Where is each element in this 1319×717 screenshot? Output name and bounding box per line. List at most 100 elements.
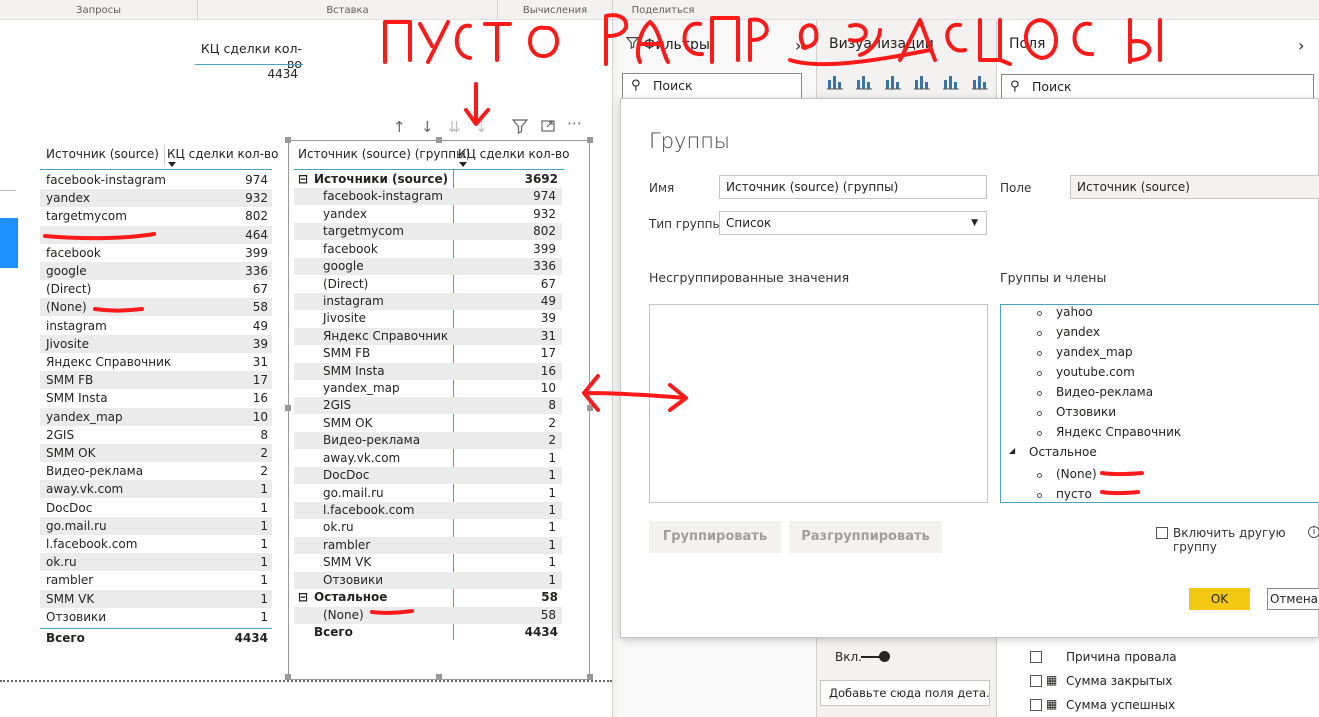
visual-type-icon[interactable] (826, 74, 844, 93)
table-row[interactable]: yandex 932 (294, 206, 562, 223)
table-row[interactable]: instagram 49 (294, 292, 562, 310)
visual-type-icon[interactable] (884, 74, 902, 93)
group-header-row[interactable]: ⊟ Источники (source) 3692 (294, 171, 564, 188)
ungrouped-values-list[interactable] (649, 304, 988, 503)
fields-expand-chevron[interactable]: › (1298, 36, 1304, 55)
resize-handle[interactable] (436, 137, 442, 143)
include-other-group-checkbox[interactable] (1156, 527, 1168, 539)
group-member[interactable]: Яндекс Справочник (1056, 425, 1181, 439)
table-row[interactable]: google 336 (40, 262, 272, 280)
table-row[interactable]: SMM VK 1 (40, 589, 272, 608)
sort-desc-icon[interactable] (459, 162, 467, 167)
group-member[interactable]: Видео-реклама (1056, 385, 1153, 399)
table-row[interactable]: facebook 399 (40, 244, 272, 262)
ribbon-section-insert[interactable]: Вставка (198, 0, 498, 20)
visual-type-icon[interactable] (971, 74, 989, 93)
collapse-icon[interactable]: ⊟ (298, 171, 308, 188)
table-row[interactable]: Видео-реклама 2 (40, 462, 272, 480)
resize-handle[interactable] (285, 137, 291, 143)
table-row[interactable]: SMM VK 1 (294, 554, 562, 571)
ungroup-button[interactable]: Разгруппировать (789, 521, 942, 553)
table-row[interactable]: 2GIS 8 (294, 397, 562, 415)
table-row[interactable]: (None) 58 (294, 606, 562, 624)
visual-type-icon[interactable] (855, 74, 873, 93)
resize-handle[interactable] (285, 405, 291, 411)
table-row[interactable]: yandex 932 (40, 189, 272, 208)
group-header-row[interactable]: ⊟ Остальное 58 (294, 589, 564, 606)
table-row[interactable]: google 336 (294, 258, 562, 276)
resize-handle[interactable] (587, 137, 593, 143)
drill-up-icon[interactable]: ↑ (393, 118, 406, 136)
table-row[interactable]: SMM FB 17 (40, 371, 272, 390)
group-member[interactable]: (None) (1056, 467, 1097, 481)
group-member[interactable]: yandex (1056, 325, 1100, 339)
ribbon-section-share[interactable]: Поделиться (613, 0, 713, 20)
group-member[interactable]: Отзовики (1056, 405, 1116, 419)
field-checkbox[interactable] (1030, 651, 1042, 663)
table-row[interactable]: Яндекс Справочник 31 (294, 327, 562, 345)
visual-type-icon[interactable] (913, 74, 931, 93)
focus-mode-icon[interactable] (540, 118, 556, 138)
groups-members-list[interactable]: yahoo yandex yandex_map youtube.com Видео-ре… (1000, 304, 1319, 503)
table-row[interactable]: SMM Insta 16 (294, 362, 562, 380)
field-checkbox[interactable] (1030, 699, 1042, 711)
filters-collapse-chevron[interactable]: › (795, 36, 801, 55)
table-total-row[interactable]: Всего 4434 (294, 624, 564, 641)
table-row[interactable]: SMM OK 2 (40, 444, 272, 462)
table-row[interactable]: rambler 1 (40, 571, 272, 589)
table-row[interactable]: (Direct) 67 (40, 280, 272, 298)
ok-button[interactable]: OK (1189, 588, 1250, 610)
table-row[interactable]: ok.ru 1 (294, 519, 562, 536)
table-row[interactable]: ok.ru 1 (40, 553, 272, 572)
table-row[interactable]: 2GIS 8 (40, 426, 272, 444)
toggle-knob[interactable] (879, 651, 890, 662)
field-checkbox[interactable] (1030, 675, 1042, 687)
table1-header-count[interactable]: КЦ сделки кол-во (167, 147, 278, 161)
table-row[interactable]: (None) 58 (40, 298, 272, 317)
table-row[interactable]: DocDoc 1 (294, 467, 562, 485)
expand-all-icon[interactable]: ⇣ (475, 118, 488, 136)
drillthrough-drop-zone[interactable]: Добавьте сюда поля дета... (820, 680, 990, 706)
fields-search-input[interactable]: ⚲ Поиск (1001, 74, 1314, 100)
table-row[interactable]: yandex_map 10 (294, 380, 562, 397)
info-icon[interactable]: i (1308, 526, 1319, 538)
cancel-button[interactable]: Отмена (1267, 588, 1319, 610)
group-button[interactable]: Группировать (649, 521, 781, 553)
more-options-icon[interactable]: ⋯ (567, 114, 582, 132)
table-row[interactable]: (Direct) 67 (294, 276, 562, 293)
table-row[interactable]: Яндекс Справочник 31 (40, 353, 272, 371)
group-type-select[interactable]: Список ▼ (719, 211, 987, 235)
filter-icon[interactable] (511, 118, 529, 138)
table-row[interactable]: go.mail.ru 1 (40, 516, 272, 535)
group-name-input[interactable]: Источник (source) (группы) (719, 175, 987, 199)
table-row[interactable]: Jivosite 39 (40, 334, 272, 353)
table-row[interactable]: yandex_map 10 (40, 407, 272, 426)
group-member[interactable]: пусто (1056, 487, 1092, 501)
table-row[interactable]: facebook-instagram 974 (294, 188, 562, 206)
table-row[interactable]: targetmycom 802 (40, 207, 272, 225)
table-row[interactable]: SMM FB 17 (294, 345, 562, 362)
resize-handle[interactable] (587, 405, 593, 411)
field-item-label[interactable]: Сумма закрытых (1066, 674, 1172, 688)
table-row[interactable]: 464 (40, 225, 272, 244)
collapse-icon[interactable]: ⊟ (298, 589, 308, 606)
table-row[interactable]: go.mail.ru 1 (294, 485, 562, 502)
ribbon-section-calculations[interactable]: Вычисления (498, 0, 613, 20)
table-row[interactable]: SMM OK 2 (294, 415, 562, 432)
table2-header-source[interactable]: Источник (source) (группы) (298, 147, 470, 161)
group-member[interactable]: yahoo (1056, 305, 1093, 319)
field-item-label[interactable]: Сумма успешных (1066, 698, 1175, 712)
table-row[interactable]: Видео-реклама 2 (294, 432, 562, 450)
expand-triangle-icon[interactable]: ◢ (1009, 446, 1015, 455)
group-member[interactable]: youtube.com (1056, 365, 1135, 379)
table-row[interactable]: rambler 1 (294, 536, 562, 554)
filters-search-input[interactable]: ⚲ Поиск (622, 73, 802, 99)
table-row[interactable]: Отзовики 1 (40, 608, 272, 626)
table-row[interactable]: Отзовики 1 (294, 571, 562, 589)
table-row[interactable]: Jivosite 39 (294, 310, 562, 327)
table-row[interactable]: instagram 49 (40, 317, 272, 335)
drill-down-icon[interactable]: ↓ (421, 118, 434, 136)
table-row[interactable]: SMM Insta 16 (40, 389, 272, 407)
field-item-label[interactable]: Причина провала (1066, 650, 1177, 664)
ribbon-section-queries[interactable]: Запросы (0, 0, 198, 20)
